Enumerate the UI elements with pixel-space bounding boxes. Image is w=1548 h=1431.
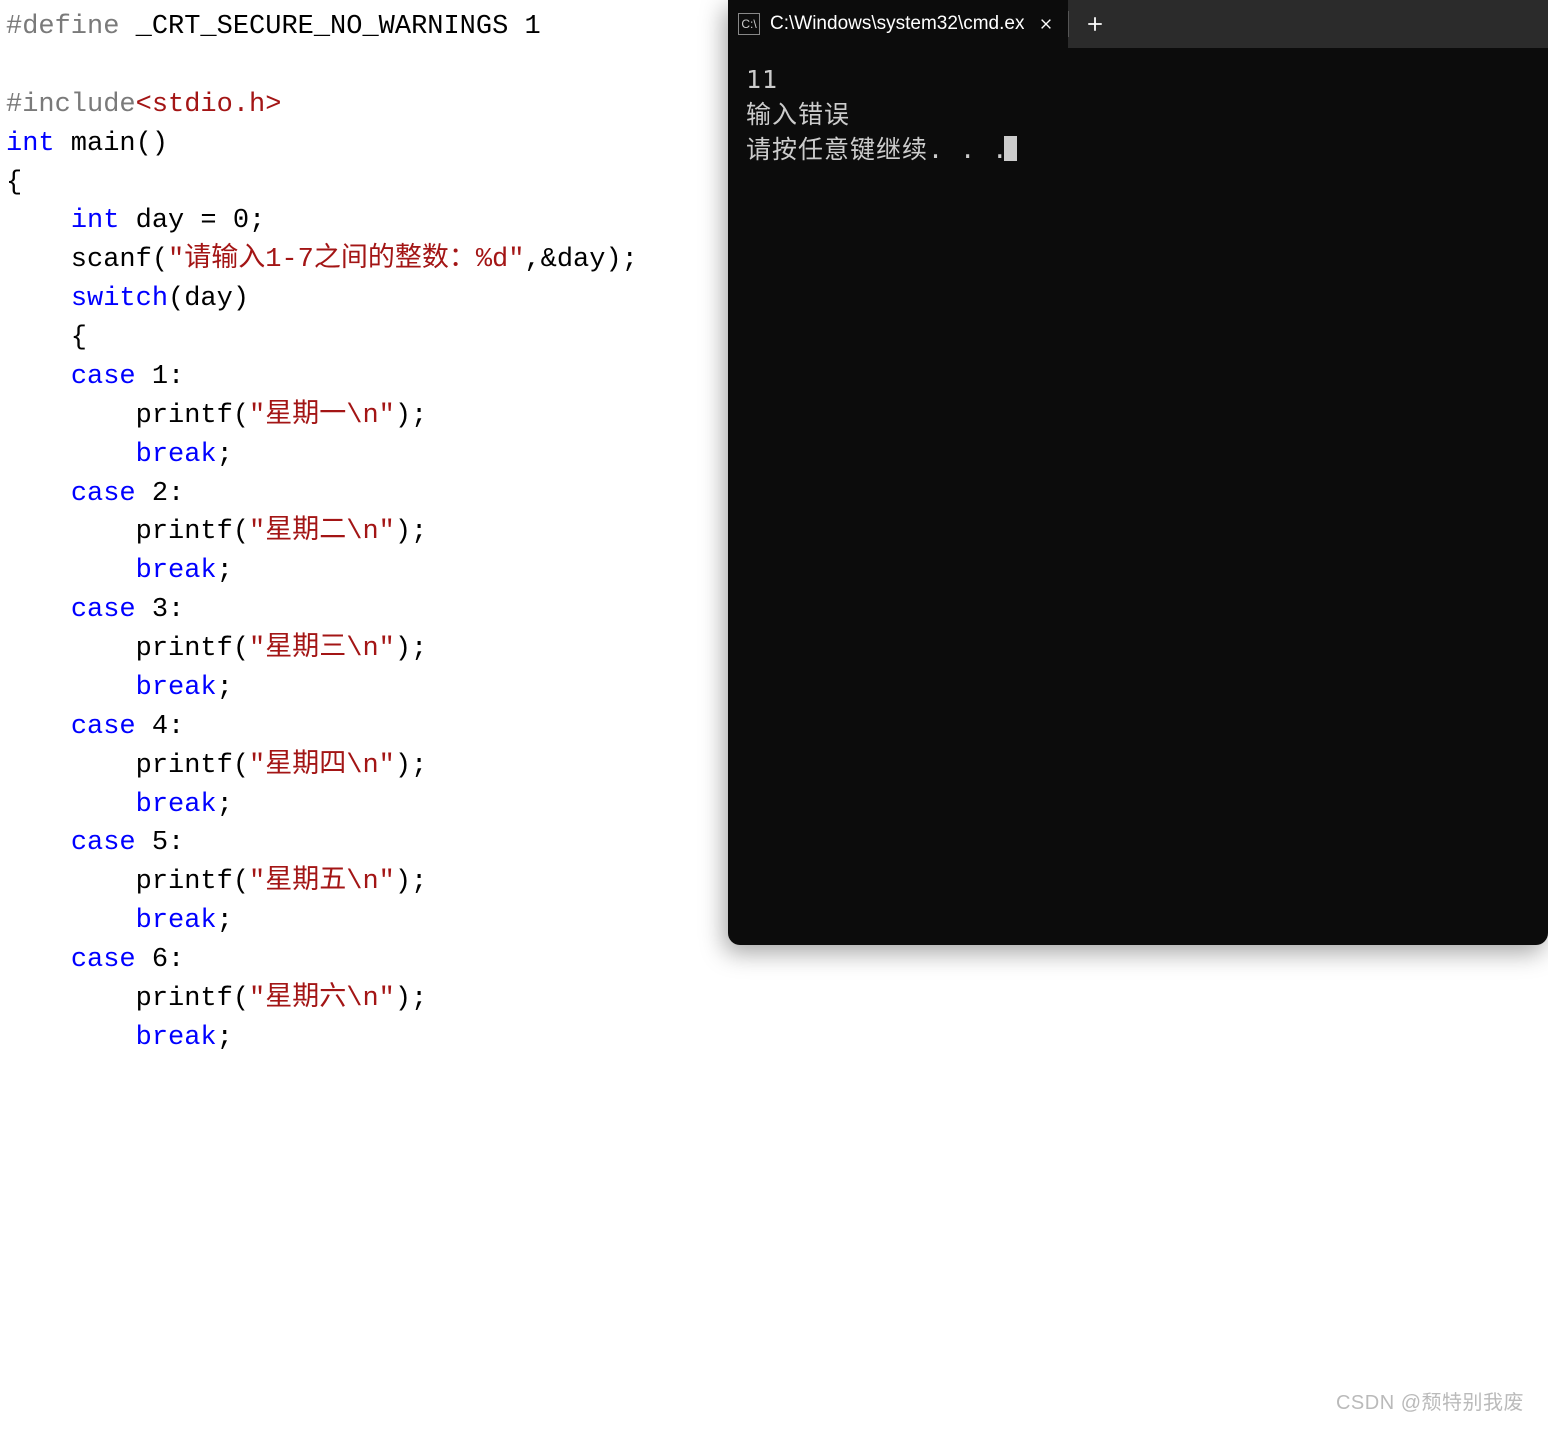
- code-line: printf("星期一\n");: [6, 397, 722, 436]
- code-line: break;: [6, 786, 722, 825]
- code-line: break;: [6, 1019, 722, 1058]
- code-line: int day = 0;: [6, 202, 722, 241]
- code-line: case 3:: [6, 591, 722, 630]
- code-line: {: [6, 164, 722, 203]
- code-line: scanf("请输入1-7之间的整数：%d",&day);: [6, 241, 722, 280]
- code-line: break;: [6, 902, 722, 941]
- terminal-titlebar: C:\ C:\Windows\system32\cmd.ex: [728, 0, 1548, 48]
- code-line: [6, 47, 722, 86]
- watermark: CSDN @颓特别我废: [1336, 1386, 1524, 1415]
- terminal-line: 11: [746, 62, 1530, 97]
- terminal-window: C:\ C:\Windows\system32\cmd.ex 11输入错误请按任…: [728, 0, 1548, 945]
- terminal-line: 输入错误: [746, 97, 1530, 132]
- close-tab-button[interactable]: [1034, 12, 1058, 36]
- cmd-icon: C:\: [738, 13, 760, 35]
- code-line: case 4:: [6, 708, 722, 747]
- close-icon: [1039, 17, 1053, 31]
- code-editor[interactable]: #define _CRT_SECURE_NO_WARNINGS 1 #inclu…: [0, 0, 728, 1431]
- code-line: printf("星期六\n");: [6, 980, 722, 1019]
- terminal-line: 请按任意键继续. . .: [746, 132, 1530, 167]
- code-line: {: [6, 319, 722, 358]
- code-line: case 6:: [6, 941, 722, 980]
- code-line: printf("星期二\n");: [6, 513, 722, 552]
- code-line: case 2:: [6, 475, 722, 514]
- code-line: printf("星期四\n");: [6, 747, 722, 786]
- code-line: printf("星期三\n");: [6, 630, 722, 669]
- code-line: int main(): [6, 125, 722, 164]
- terminal-tab-title: C:\Windows\system32\cmd.ex: [770, 13, 1024, 35]
- terminal-output[interactable]: 11输入错误请按任意键继续. . .: [728, 48, 1548, 945]
- terminal-tab[interactable]: C:\ C:\Windows\system32\cmd.ex: [728, 0, 1068, 48]
- code-line: case 5:: [6, 824, 722, 863]
- plus-icon: [1086, 15, 1104, 33]
- code-line: switch(day): [6, 280, 722, 319]
- code-line: break;: [6, 552, 722, 591]
- code-line: break;: [6, 436, 722, 475]
- code-line: break;: [6, 669, 722, 708]
- code-line: printf("星期五\n");: [6, 863, 722, 902]
- code-line: #define _CRT_SECURE_NO_WARNINGS 1: [6, 8, 722, 47]
- new-tab-button[interactable]: [1069, 0, 1121, 48]
- code-line: #include<stdio.h>: [6, 86, 722, 125]
- code-line: case 1:: [6, 358, 722, 397]
